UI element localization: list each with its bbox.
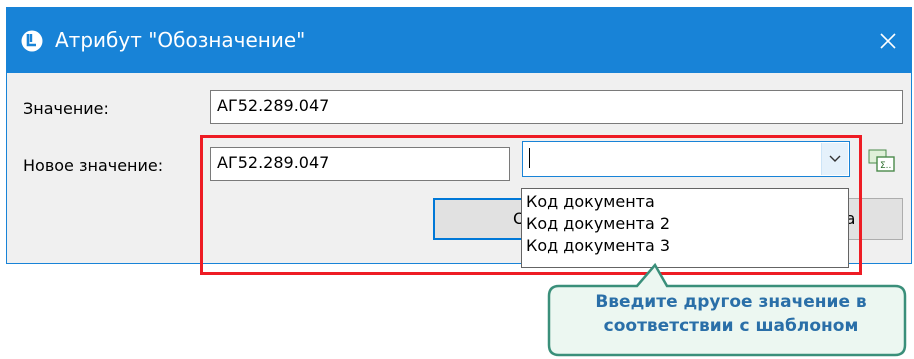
close-icon — [880, 32, 896, 49]
dropdown-option[interactable]: Код документа 3 — [522, 235, 848, 257]
dropdown-option[interactable]: Код документа — [522, 191, 848, 213]
template-combobox[interactable] — [522, 141, 850, 177]
attribute-dialog: Атрибут "Обозначение" Значение: АГ52.289… — [6, 7, 912, 275]
new-value-field[interactable]: АГ52.289.047 — [210, 147, 510, 181]
app-logo-icon — [21, 30, 43, 52]
tooltip-line-2: соответствии с шаблоном — [603, 316, 859, 336]
window-title: Атрибут "Обозначение" — [55, 28, 306, 52]
tooltip-text: Введите другое значение в соответствии с… — [560, 290, 902, 338]
expression-editor-icon[interactable]: Σ.. — [867, 145, 897, 175]
new-value-label: Новое значение: — [23, 156, 164, 175]
close-button[interactable] — [865, 8, 911, 73]
combo-dropdown-button[interactable] — [821, 143, 848, 175]
value-label: Значение: — [23, 99, 109, 118]
value-field[interactable]: АГ52.289.047 — [210, 90, 903, 124]
text-caret — [529, 148, 530, 168]
svg-text:Σ..: Σ.. — [880, 161, 891, 171]
tooltip-line-1: Введите другое значение в — [595, 292, 867, 312]
title-bar[interactable]: Атрибут "Обозначение" — [7, 8, 911, 73]
dropdown-option[interactable]: Код документа 2 — [522, 213, 848, 235]
chevron-down-icon — [829, 155, 841, 162]
template-dropdown-list: Код документа Код документа 2 Код докуме… — [521, 188, 849, 268]
